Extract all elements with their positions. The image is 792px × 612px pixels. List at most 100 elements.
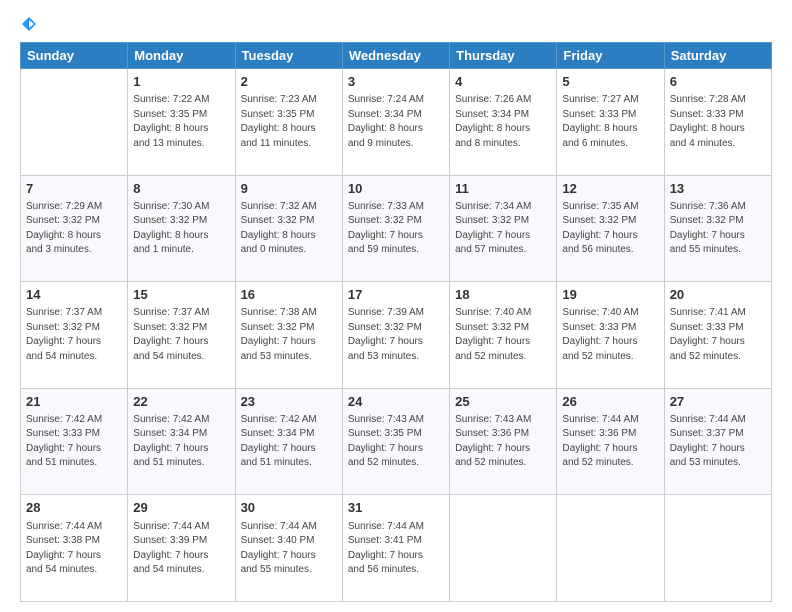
day-info-line: and 3 minutes. <box>26 243 122 258</box>
day-info-line: Sunset: 3:32 PM <box>348 321 444 336</box>
day-number: 16 <box>241 286 337 304</box>
day-number: 3 <box>348 73 444 91</box>
day-info-line: Sunrise: 7:27 AM <box>562 93 658 108</box>
day-info-line: Sunrise: 7:44 AM <box>241 520 337 535</box>
day-info-line: and 54 minutes. <box>133 563 229 578</box>
day-info-line: Sunrise: 7:24 AM <box>348 93 444 108</box>
day-info-line: Sunset: 3:37 PM <box>670 427 766 442</box>
calendar-cell <box>557 495 664 602</box>
calendar-cell: 6Sunrise: 7:28 AMSunset: 3:33 PMDaylight… <box>664 69 771 176</box>
calendar-cell <box>21 69 128 176</box>
day-info-line: Daylight: 7 hours <box>670 229 766 244</box>
day-info-line: and 56 minutes. <box>348 563 444 578</box>
day-info-line: Sunrise: 7:23 AM <box>241 93 337 108</box>
calendar-cell: 10Sunrise: 7:33 AMSunset: 3:32 PMDayligh… <box>342 175 449 282</box>
day-info-line: Daylight: 7 hours <box>26 549 122 564</box>
day-info-line: and 8 minutes. <box>455 137 551 152</box>
day-info-line: Sunrise: 7:39 AM <box>348 306 444 321</box>
day-info-line: and 52 minutes. <box>562 456 658 471</box>
day-info-line: Sunrise: 7:33 AM <box>348 200 444 215</box>
day-number: 25 <box>455 393 551 411</box>
day-info-line: Sunset: 3:36 PM <box>455 427 551 442</box>
day-info-line: Sunrise: 7:28 AM <box>670 93 766 108</box>
calendar-day-header: Tuesday <box>235 43 342 69</box>
day-info-line: and 52 minutes. <box>562 350 658 365</box>
day-info-line: Sunset: 3:32 PM <box>670 214 766 229</box>
day-info-line: and 55 minutes. <box>241 563 337 578</box>
day-info-line: Sunrise: 7:37 AM <box>26 306 122 321</box>
day-info-line: and 11 minutes. <box>241 137 337 152</box>
day-info-line: Daylight: 8 hours <box>348 122 444 137</box>
calendar-cell: 18Sunrise: 7:40 AMSunset: 3:32 PMDayligh… <box>450 282 557 389</box>
day-number: 26 <box>562 393 658 411</box>
day-info-line: Sunset: 3:38 PM <box>26 534 122 549</box>
day-info-line: Sunset: 3:35 PM <box>348 427 444 442</box>
day-info-line: and 53 minutes. <box>241 350 337 365</box>
day-number: 15 <box>133 286 229 304</box>
day-info-line: and 52 minutes. <box>348 456 444 471</box>
day-number: 21 <box>26 393 122 411</box>
calendar-cell: 15Sunrise: 7:37 AMSunset: 3:32 PMDayligh… <box>128 282 235 389</box>
calendar-cell: 28Sunrise: 7:44 AMSunset: 3:38 PMDayligh… <box>21 495 128 602</box>
day-info-line: and 4 minutes. <box>670 137 766 152</box>
day-number: 31 <box>348 499 444 517</box>
day-info-line: Sunrise: 7:40 AM <box>455 306 551 321</box>
day-number: 1 <box>133 73 229 91</box>
day-info-line: Daylight: 8 hours <box>241 229 337 244</box>
day-info-line: Daylight: 8 hours <box>133 229 229 244</box>
day-number: 24 <box>348 393 444 411</box>
calendar-cell: 3 Sunrise: 7:24 AMSunset: 3:34 PMDaylight… <box>342 69 449 176</box>
day-info-line: and 56 minutes. <box>562 243 658 258</box>
day-info-line: Sunrise: 7:43 AM <box>348 413 444 428</box>
day-info-line: Sunset: 3:33 PM <box>26 427 122 442</box>
day-info-line: Sunset: 3:34 PM <box>133 427 229 442</box>
day-info-line: Sunset: 3:33 PM <box>670 321 766 336</box>
day-info-line: Daylight: 7 hours <box>241 549 337 564</box>
day-number: 9 <box>241 180 337 198</box>
day-info-line: Daylight: 7 hours <box>562 335 658 350</box>
day-info-line: and 55 minutes. <box>670 243 766 258</box>
calendar-week-row: 21Sunrise: 7:42 AMSunset: 3:33 PMDayligh… <box>21 388 772 495</box>
day-number: 7 <box>26 180 122 198</box>
day-info-line: Daylight: 7 hours <box>348 229 444 244</box>
calendar-day-header: Monday <box>128 43 235 69</box>
day-info-line: Sunset: 3:32 PM <box>133 214 229 229</box>
day-info-line: and 54 minutes. <box>133 350 229 365</box>
day-info-line: Sunrise: 7:44 AM <box>348 520 444 535</box>
day-info-line: Sunrise: 7:38 AM <box>241 306 337 321</box>
day-info-line: Daylight: 7 hours <box>133 335 229 350</box>
day-info-line: Daylight: 7 hours <box>455 229 551 244</box>
calendar-cell: 8Sunrise: 7:30 AMSunset: 3:32 PMDaylight… <box>128 175 235 282</box>
calendar-cell: 13Sunrise: 7:36 AMSunset: 3:32 PMDayligh… <box>664 175 771 282</box>
day-info-line: Sunset: 3:35 PM <box>133 108 229 123</box>
day-info-line: and 57 minutes. <box>455 243 551 258</box>
day-info-line: Sunset: 3:41 PM <box>348 534 444 549</box>
day-info-line: Daylight: 8 hours <box>562 122 658 137</box>
day-number: 13 <box>670 180 766 198</box>
day-info-line: Sunrise: 7:22 AM <box>133 93 229 108</box>
day-number: 6 <box>670 73 766 91</box>
day-info-line: and 53 minutes. <box>670 456 766 471</box>
day-info-line: Daylight: 7 hours <box>670 442 766 457</box>
day-info-line: Sunrise: 7:35 AM <box>562 200 658 215</box>
day-info-line: Daylight: 8 hours <box>241 122 337 137</box>
day-info-line: Sunset: 3:32 PM <box>241 321 337 336</box>
day-info-line: and 54 minutes. <box>26 350 122 365</box>
day-info-line: Sunset: 3:32 PM <box>348 214 444 229</box>
day-info-line: Sunrise: 7:41 AM <box>670 306 766 321</box>
day-info-line: and 51 minutes. <box>26 456 122 471</box>
day-info-line: and 0 minutes. <box>241 243 337 258</box>
day-number: 5 <box>562 73 658 91</box>
calendar-cell: 1Sunrise: 7:22 AMSunset: 3:35 PMDaylight… <box>128 69 235 176</box>
calendar-cell: 14Sunrise: 7:37 AMSunset: 3:32 PMDayligh… <box>21 282 128 389</box>
day-number: 8 <box>133 180 229 198</box>
day-info-line: Sunset: 3:32 PM <box>241 214 337 229</box>
day-info-line: Sunset: 3:36 PM <box>562 427 658 442</box>
day-info-line: and 13 minutes. <box>133 137 229 152</box>
day-info-line: Daylight: 7 hours <box>133 442 229 457</box>
calendar-cell: 5Sunrise: 7:27 AMSunset: 3:33 PMDaylight… <box>557 69 664 176</box>
day-info-line: and 6 minutes. <box>562 137 658 152</box>
day-info-line: Sunset: 3:34 PM <box>348 108 444 123</box>
day-info-line: Sunset: 3:32 PM <box>133 321 229 336</box>
day-number: 4 <box>455 73 551 91</box>
